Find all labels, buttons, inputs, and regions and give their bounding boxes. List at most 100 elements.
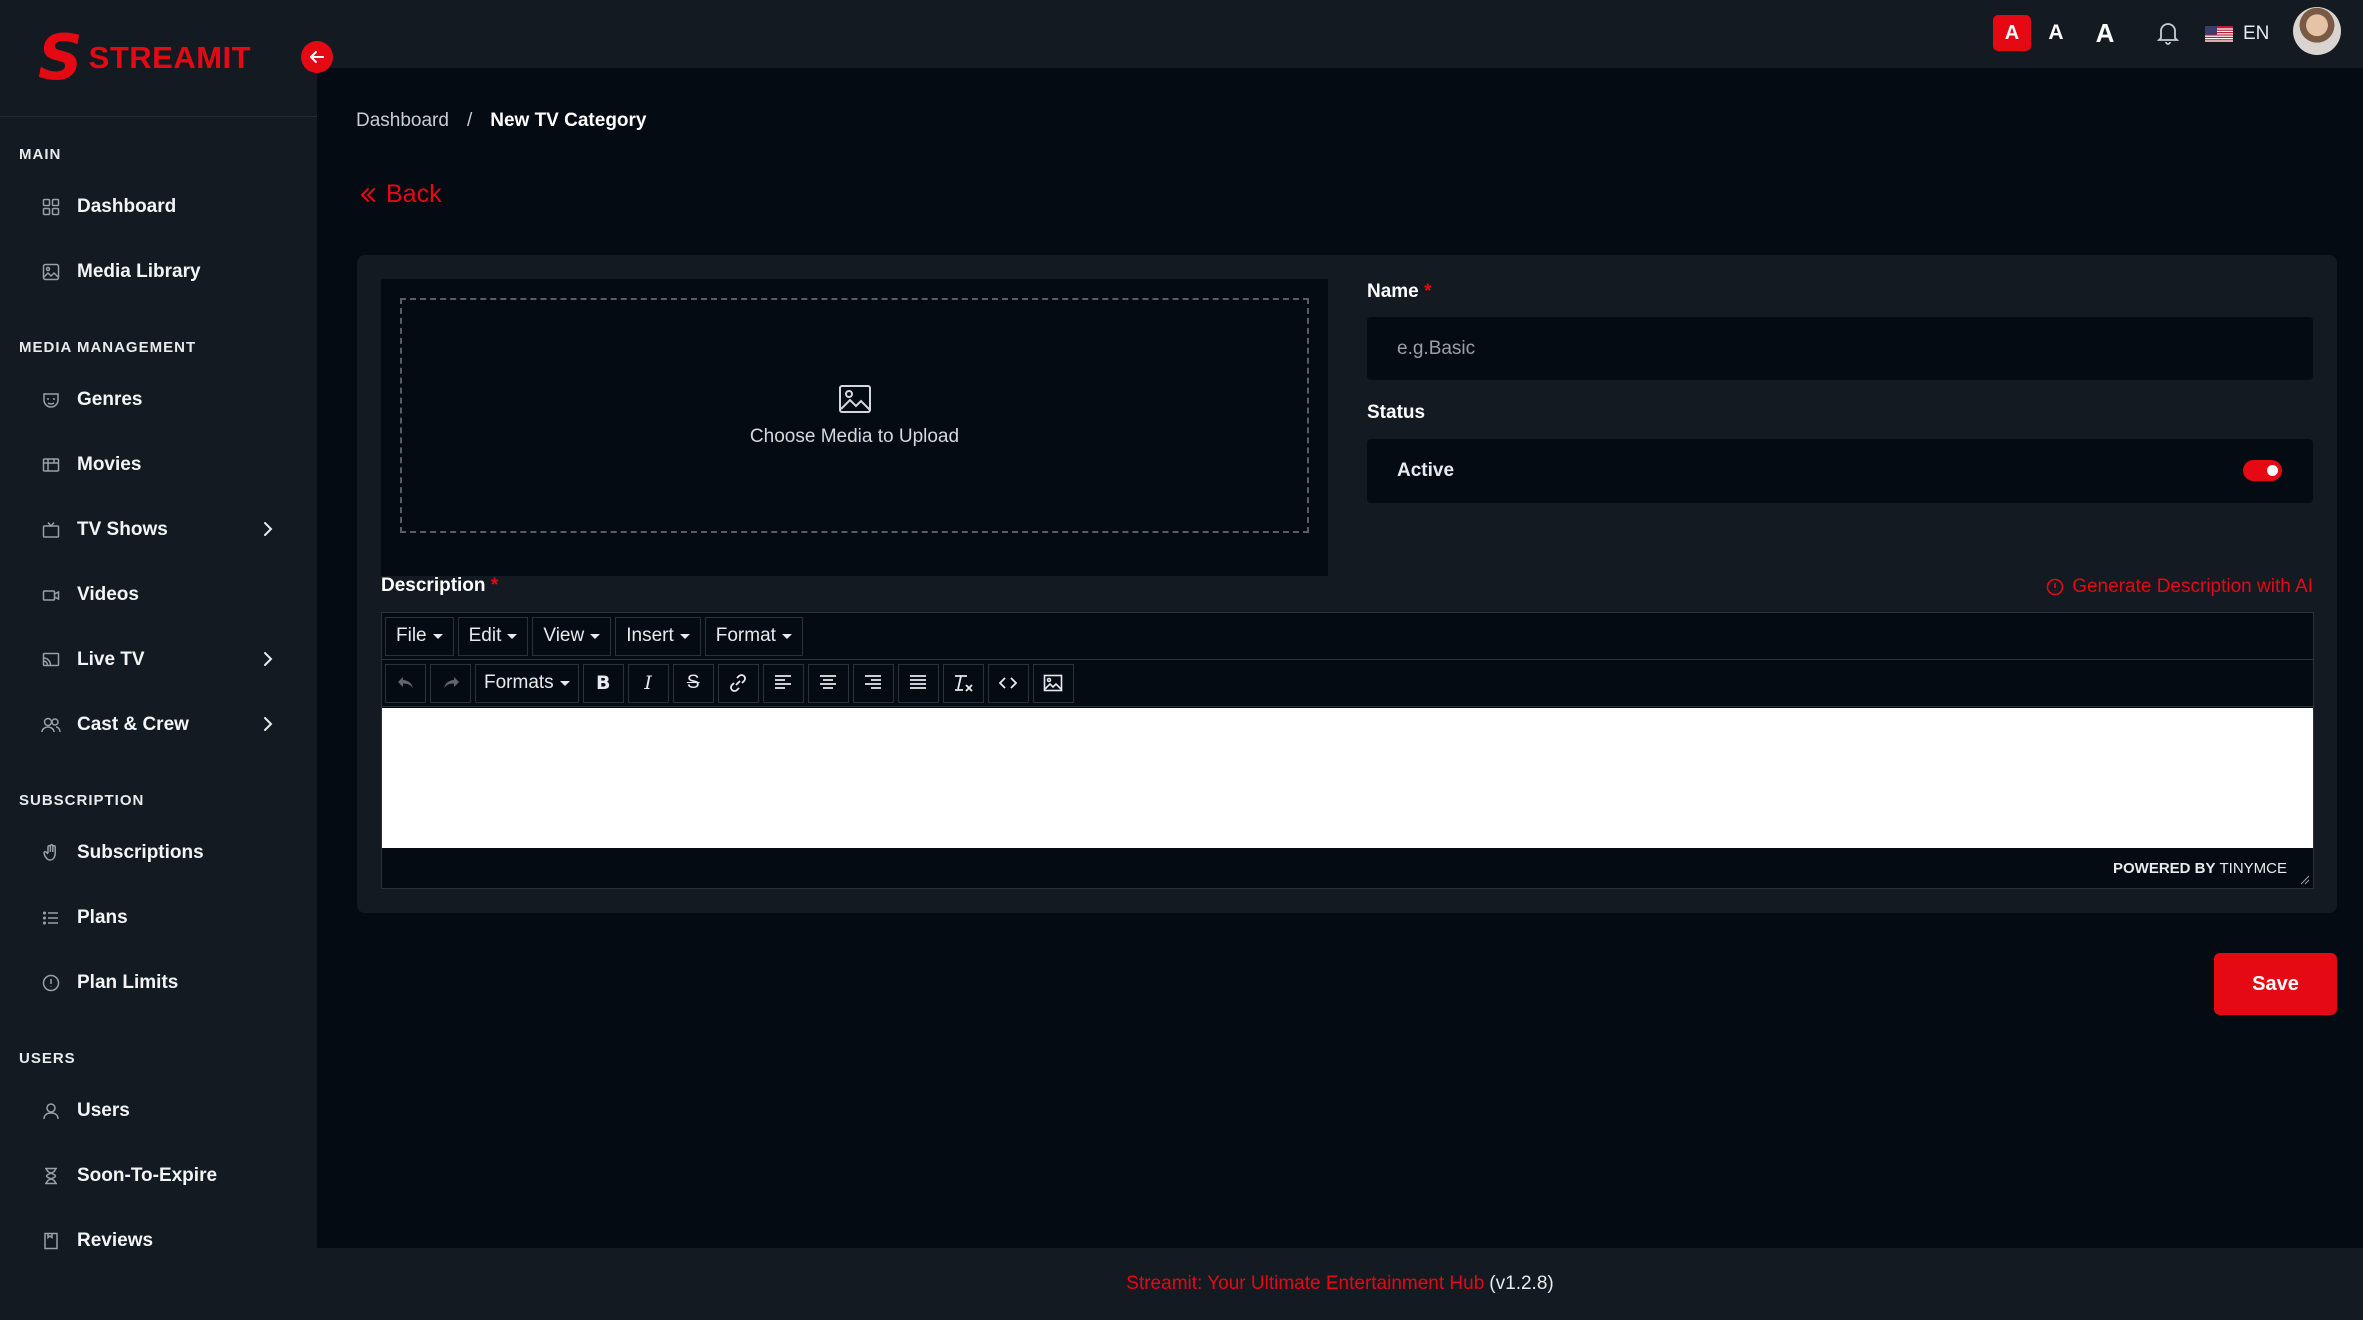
font-size-large-button[interactable]: A	[2087, 15, 2123, 51]
collapse-sidebar-button[interactable]	[301, 41, 333, 73]
breadcrumb-dashboard-link[interactable]: Dashboard	[356, 110, 449, 132]
sidebar-item-label: Media Library	[77, 260, 201, 282]
status-field: Active	[1367, 439, 2313, 503]
menu-view[interactable]: View	[532, 616, 612, 656]
back-link[interactable]: Back	[358, 180, 442, 209]
source-code-button[interactable]	[987, 663, 1029, 703]
link-button[interactable]	[717, 663, 759, 703]
sidebar-item-movies[interactable]: Movies	[0, 432, 317, 497]
caret-down-icon	[559, 680, 570, 686]
align-right-button[interactable]	[852, 663, 894, 703]
sidebar-item-label: Plan Limits	[77, 971, 179, 993]
rich-text-editor: File Edit View Insert Format Formats B I…	[381, 612, 2314, 889]
sidebar-item-dashboard[interactable]: Dashboard	[0, 174, 317, 239]
align-justify-button[interactable]	[897, 663, 939, 703]
menu-file-label: File	[396, 625, 427, 646]
sidebar-item-tv-shows[interactable]: TV Shows	[0, 497, 317, 562]
menu-view-label: View	[543, 625, 585, 646]
editor-toolbar: Formats B I S	[382, 660, 2313, 707]
sidebar-item-genres[interactable]: Genres	[0, 367, 317, 432]
bold-button[interactable]: B	[582, 663, 624, 703]
strikethrough-button[interactable]: S	[672, 663, 714, 703]
user-icon	[40, 1100, 62, 1122]
generate-ai-label: Generate Description with AI	[2072, 576, 2313, 597]
media-upload-area: Choose Media to Upload	[381, 279, 1328, 576]
align-left-icon	[775, 675, 792, 689]
section-title-users: USERS	[19, 1049, 76, 1067]
generate-description-ai-link[interactable]: Generate Description with AI	[2046, 576, 2313, 598]
section-title-main: MAIN	[19, 145, 62, 163]
caret-down-icon	[781, 633, 792, 639]
sidebar-item-plans[interactable]: Plans	[0, 885, 317, 950]
info-circle-icon	[2046, 578, 2064, 596]
italic-icon: I	[644, 672, 652, 694]
hand-icon	[40, 842, 62, 864]
sidebar-item-users[interactable]: Users	[0, 1078, 317, 1143]
media-dropzone[interactable]: Choose Media to Upload	[400, 298, 1309, 533]
sidebar-item-label: Live TV	[77, 648, 145, 670]
code-icon	[998, 677, 1018, 689]
italic-button[interactable]: I	[627, 663, 669, 703]
section-title-subscription: SUBSCRIPTION	[19, 791, 145, 809]
upload-text: Choose Media to Upload	[749, 425, 960, 447]
required-mark: *	[1424, 281, 1432, 302]
notification-bell-icon[interactable]	[2155, 20, 2181, 46]
editor-content-area[interactable]	[382, 708, 2313, 848]
insert-image-button[interactable]	[1032, 663, 1074, 703]
formats-dropdown[interactable]: Formats	[475, 663, 579, 703]
sidebar-item-label: Movies	[77, 453, 142, 475]
required-mark: *	[490, 575, 499, 596]
logo[interactable]: S STREAMIT	[0, 0, 317, 117]
menu-format[interactable]: Format	[704, 616, 803, 656]
editor-statusbar: POWERED BY TINYMCE	[382, 848, 2313, 888]
tinymce-link[interactable]: TINYMCE	[2220, 860, 2288, 877]
clear-formatting-button[interactable]	[942, 663, 984, 703]
description-label-text: Description	[381, 575, 486, 596]
sidebar-item-label: Videos	[77, 583, 139, 605]
description-label: Description *	[381, 575, 498, 597]
breadcrumb-separator: /	[466, 110, 473, 131]
resize-handle-icon[interactable]	[2298, 873, 2310, 885]
menu-insert[interactable]: Insert	[615, 616, 701, 656]
footer-brand-link[interactable]: Streamit: Your Ultimate Entertainment Hu…	[1126, 1273, 1484, 1295]
redo-icon	[443, 677, 459, 689]
undo-button[interactable]	[385, 663, 426, 703]
name-label: Name *	[1367, 281, 1431, 303]
font-size-small-button[interactable]: A	[1993, 15, 2031, 51]
align-center-button[interactable]	[807, 663, 849, 703]
sidebar-item-live-tv[interactable]: Live TV	[0, 627, 317, 692]
caret-down-icon	[507, 633, 518, 639]
sidebar-item-label: Cast & Crew	[77, 713, 189, 735]
sidebar-item-label: Genres	[77, 388, 143, 410]
sidebar-item-reviews[interactable]: Reviews	[0, 1208, 317, 1273]
formats-label: Formats	[484, 672, 554, 693]
redo-button[interactable]	[430, 663, 471, 703]
save-button[interactable]: Save	[2214, 953, 2337, 1015]
chevron-right-icon	[264, 652, 273, 666]
align-center-icon	[820, 675, 837, 689]
cast-icon	[40, 649, 62, 671]
sidebar-item-subscriptions[interactable]: Subscriptions	[0, 820, 317, 885]
video-camera-icon	[40, 584, 62, 606]
font-size-medium-button[interactable]: A	[2041, 15, 2071, 51]
breadcrumb-current: New TV Category	[490, 110, 647, 131]
status-toggle[interactable]	[2243, 460, 2282, 481]
sidebar-item-soon-to-expire[interactable]: Soon-To-Expire	[0, 1143, 317, 1208]
sidebar-item-plan-limits[interactable]: Plan Limits	[0, 950, 317, 1015]
user-avatar[interactable]	[2293, 7, 2341, 55]
sidebar-item-media-library[interactable]: Media Library	[0, 239, 317, 304]
language-selector[interactable]: EN	[2205, 20, 2269, 48]
footer-version: (v1.2.8)	[1489, 1273, 1554, 1294]
sidebar-item-cast-crew[interactable]: Cast & Crew	[0, 692, 317, 757]
sidebar-item-videos[interactable]: Videos	[0, 562, 317, 627]
footer: Streamit: Your Ultimate Entertainment Hu…	[317, 1248, 2363, 1320]
name-input[interactable]	[1367, 317, 2313, 380]
chevron-right-icon	[264, 522, 273, 536]
section-title-media-management: MEDIA MANAGEMENT	[19, 338, 197, 356]
menu-edit[interactable]: Edit	[457, 616, 529, 656]
align-left-button[interactable]	[762, 663, 804, 703]
undo-icon	[397, 677, 413, 689]
menu-file[interactable]: File	[385, 616, 454, 656]
image-icon	[1043, 674, 1063, 692]
align-justify-icon	[910, 675, 927, 689]
